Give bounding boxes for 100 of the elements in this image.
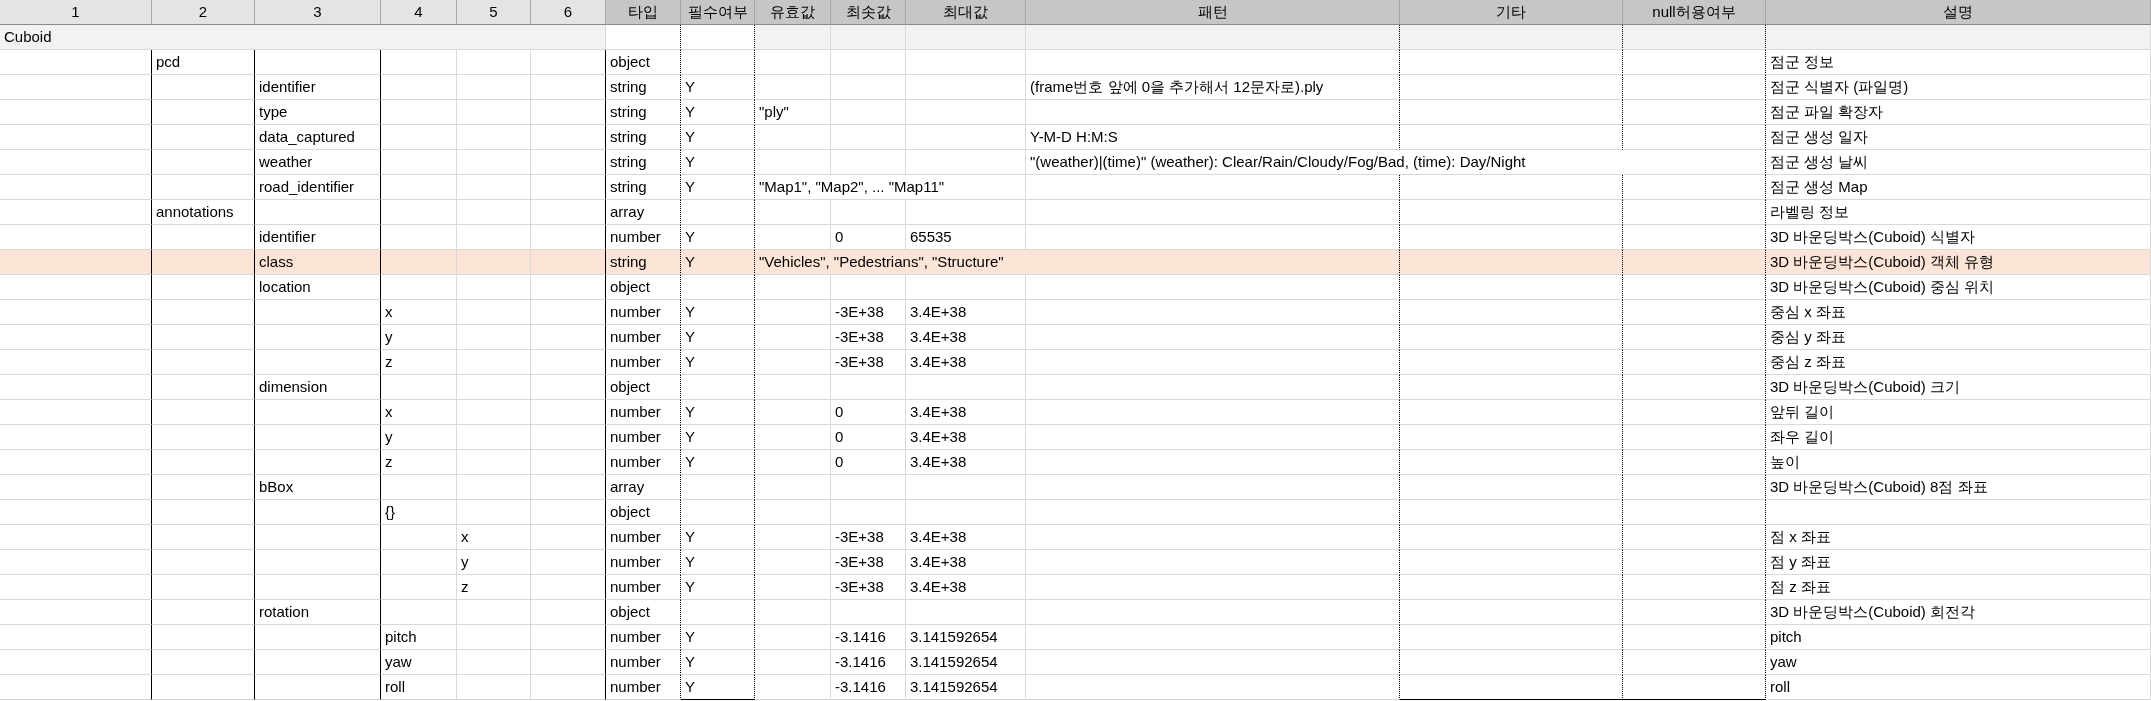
table-cell: identifier [255, 75, 381, 100]
table-cell: object [606, 275, 681, 300]
table-cell: Y [681, 325, 755, 350]
column-header[interactable]: 2 [152, 0, 255, 25]
table-cell: yaw [1766, 650, 2151, 675]
column-header[interactable]: 기타 [1400, 0, 1623, 25]
section-title: Cuboid [0, 25, 606, 50]
table-cell: number [606, 625, 681, 650]
table-cell: array [606, 475, 681, 500]
column-header[interactable]: 설명 [1766, 0, 2151, 25]
table-cell: number [606, 325, 681, 350]
column-header[interactable]: 유효값 [755, 0, 831, 25]
table-cell: -3E+38 [831, 350, 906, 375]
table-cell: -3E+38 [831, 525, 906, 550]
table-cell: "Map1", "Map2", ... "Map11" [755, 175, 1026, 200]
table-cell: y [381, 425, 457, 450]
table-cell: -3.1416 [831, 650, 906, 675]
table-cell: z [457, 575, 531, 600]
table-cell: object [606, 500, 681, 525]
table-cell: 3D 바운딩박스(Cuboid) 객체 유형 [1766, 250, 2151, 275]
table-cell: type [255, 100, 381, 125]
table-cell: y [381, 325, 457, 350]
table-cell: 3.4E+38 [906, 550, 1026, 575]
table-cell: 3D 바운딩박스(Cuboid) 8점 좌표 [1766, 475, 2151, 500]
table-cell: 3.4E+38 [906, 450, 1026, 475]
table-cell: 점 y 좌표 [1766, 550, 2151, 575]
column-header[interactable]: 패턴 [1026, 0, 1400, 25]
table-cell: 앞뒤 길이 [1766, 400, 2151, 425]
table-cell: x [381, 400, 457, 425]
table-cell: 3.4E+38 [906, 575, 1026, 600]
table-cell: array [606, 200, 681, 225]
table-cell: 점군 생성 Map [1766, 175, 2151, 200]
table-cell: "Vehicles", "Pedestrians", "Structure" [755, 250, 1400, 275]
table-cell: roll [1766, 675, 2151, 700]
table-cell: 점군 생성 일자 [1766, 125, 2151, 150]
table-cell: Y [681, 150, 755, 175]
table-cell: x [457, 525, 531, 550]
table-cell: Y [681, 525, 755, 550]
table-cell: Y-M-D H:M:S [1026, 125, 1400, 150]
table-cell: string [606, 125, 681, 150]
table-cell: Y [681, 350, 755, 375]
table-cell: 3D 바운딩박스(Cuboid) 중심 위치 [1766, 275, 2151, 300]
table-cell: 3.141592654 [906, 675, 1026, 700]
table-cell: bBox [255, 475, 381, 500]
table-cell: number [606, 650, 681, 675]
table-cell: Y [681, 400, 755, 425]
table-cell: data_captured [255, 125, 381, 150]
column-header[interactable]: 4 [381, 0, 457, 25]
table-cell: number [606, 550, 681, 575]
table-cell: Y [681, 650, 755, 675]
column-header[interactable]: 최대값 [906, 0, 1026, 25]
table-cell: y [457, 550, 531, 575]
table-cell: 점군 파일 확장자 [1766, 100, 2151, 125]
table-cell: 3.4E+38 [906, 400, 1026, 425]
table-cell: Y [681, 550, 755, 575]
table-cell: roll [381, 675, 457, 700]
table-cell: string [606, 250, 681, 275]
table-cell: Y [681, 250, 755, 275]
column-header[interactable]: 타입 [606, 0, 681, 25]
table-cell: 3.4E+38 [906, 525, 1026, 550]
table-cell: 중심 y 좌표 [1766, 325, 2151, 350]
table-cell: 3.4E+38 [906, 325, 1026, 350]
column-header[interactable]: 3 [255, 0, 381, 25]
table-cell: number [606, 300, 681, 325]
table-cell: -3.1416 [831, 625, 906, 650]
table-cell: "(weather)|(time)" (weather): Clear/Rain/Cloudy/Fog/Bad, (time): Day/Night [1026, 150, 1766, 175]
table-cell: 3.141592654 [906, 625, 1026, 650]
column-header[interactable]: null허용여부 [1623, 0, 1766, 25]
table-cell: rotation [255, 600, 381, 625]
table-cell: 라벨링 정보 [1766, 200, 2151, 225]
column-header[interactable]: 6 [531, 0, 606, 25]
table-cell: number [606, 425, 681, 450]
table-cell: Y [681, 425, 755, 450]
table-cell: Y [681, 675, 755, 700]
column-header[interactable]: 5 [457, 0, 531, 25]
table-cell: dimension [255, 375, 381, 400]
table-cell: road_identifier [255, 175, 381, 200]
table-cell: yaw [381, 650, 457, 675]
column-header[interactable]: 1 [0, 0, 152, 25]
table-cell: 0 [831, 425, 906, 450]
table-cell: object [606, 600, 681, 625]
table-cell: 3.141592654 [906, 650, 1026, 675]
table-cell: class [255, 250, 381, 275]
table-cell: 점 x 좌표 [1766, 525, 2151, 550]
table-cell: {} [381, 500, 457, 525]
table-cell: -3.1416 [831, 675, 906, 700]
table-cell: 0 [831, 450, 906, 475]
table-cell: Y [681, 100, 755, 125]
table-cell: pitch [1766, 625, 2151, 650]
table-cell: 3.4E+38 [906, 300, 1026, 325]
table-cell: -3E+38 [831, 325, 906, 350]
column-header[interactable]: 최솟값 [831, 0, 906, 25]
table-cell: string [606, 150, 681, 175]
table-cell: -3E+38 [831, 550, 906, 575]
table-cell: 3.4E+38 [906, 425, 1026, 450]
table-cell: 3D 바운딩박스(Cuboid) 크기 [1766, 375, 2151, 400]
table-cell: 점군 생성 날씨 [1766, 150, 2151, 175]
table-cell: 중심 z 좌표 [1766, 350, 2151, 375]
column-header[interactable]: 필수여부 [681, 0, 755, 25]
table-cell: string [606, 175, 681, 200]
